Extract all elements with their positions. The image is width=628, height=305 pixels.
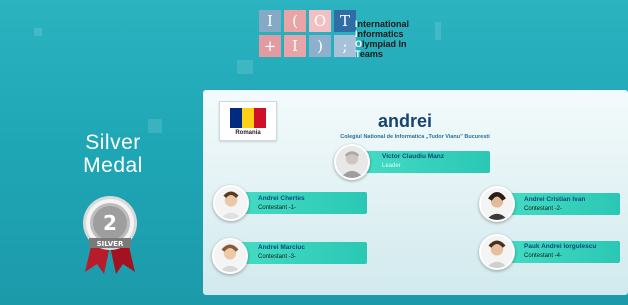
logo-word: eams — [359, 49, 383, 59]
contestant-1-role: Contestant -1- — [258, 205, 297, 211]
leader-role: Leader — [382, 163, 401, 169]
medal-title-line1: Silver — [85, 131, 141, 154]
logo-line: Informatics — [355, 29, 409, 39]
logo-cell: ; — [334, 35, 356, 57]
logo-cell: ( — [284, 10, 306, 32]
medal-title: Silver Medal — [58, 131, 168, 177]
contestant-1-avatar — [213, 185, 249, 221]
logo-grid: I ( O T + I ) ; — [259, 10, 356, 57]
logo-line: International — [355, 19, 409, 29]
medal-ribbon-text: SILVER — [97, 240, 124, 248]
logo-word: lympiad In — [362, 39, 407, 49]
country-name: Romania — [235, 130, 261, 136]
bg-square — [34, 28, 42, 36]
logo-word: nternational — [357, 19, 410, 29]
logo-wordmark: International Informatics Olympiad In Te… — [355, 19, 409, 59]
contestant-1-name: Andrei Chertes — [258, 195, 305, 202]
contestant-3-role: Contestant -3- — [258, 254, 297, 260]
ioit-logo: I ( O T + I ) ; International Informatic… — [259, 10, 459, 66]
contestant-4-role: Contestant -4- — [524, 253, 563, 259]
bg-square — [237, 60, 253, 74]
school-name: Colegiul National de Informatica „Tudor … — [340, 134, 490, 140]
logo-cell: ) — [309, 35, 331, 57]
logo-cell: I — [259, 10, 281, 32]
team-name: andrei — [377, 111, 433, 131]
leader-name: Victor Claudiu Manz — [382, 153, 444, 160]
contestant-4-name: Pauk Andrei Iorgulescu — [524, 243, 597, 250]
logo-cell: I — [284, 35, 306, 57]
logo-line: Olympiad In — [355, 39, 409, 49]
contestant-3-name: Andrei Marciuc — [258, 244, 305, 251]
contestant-2-name: Andrei Cristian Ivan — [524, 196, 586, 203]
country-flag-card: Romania — [219, 101, 277, 141]
leader-avatar — [334, 144, 370, 180]
logo-word: nformatics — [357, 29, 404, 39]
contestant-3-avatar — [212, 238, 248, 274]
logo-cell: T — [334, 10, 356, 32]
logo-initial: O — [355, 39, 363, 49]
romania-flag-icon — [230, 108, 266, 128]
contestant-4-avatar — [479, 234, 515, 270]
logo-cell: + — [259, 35, 281, 57]
medal-number: 2 — [103, 211, 117, 235]
contestant-2-role: Contestant -2- — [524, 206, 563, 212]
contestant-2-avatar — [479, 186, 515, 222]
logo-cell: O — [309, 10, 331, 32]
logo-line: Teams — [355, 49, 409, 59]
medal-title-line2: Medal — [83, 154, 143, 177]
silver-medal-icon: 2 SILVER — [83, 196, 137, 274]
